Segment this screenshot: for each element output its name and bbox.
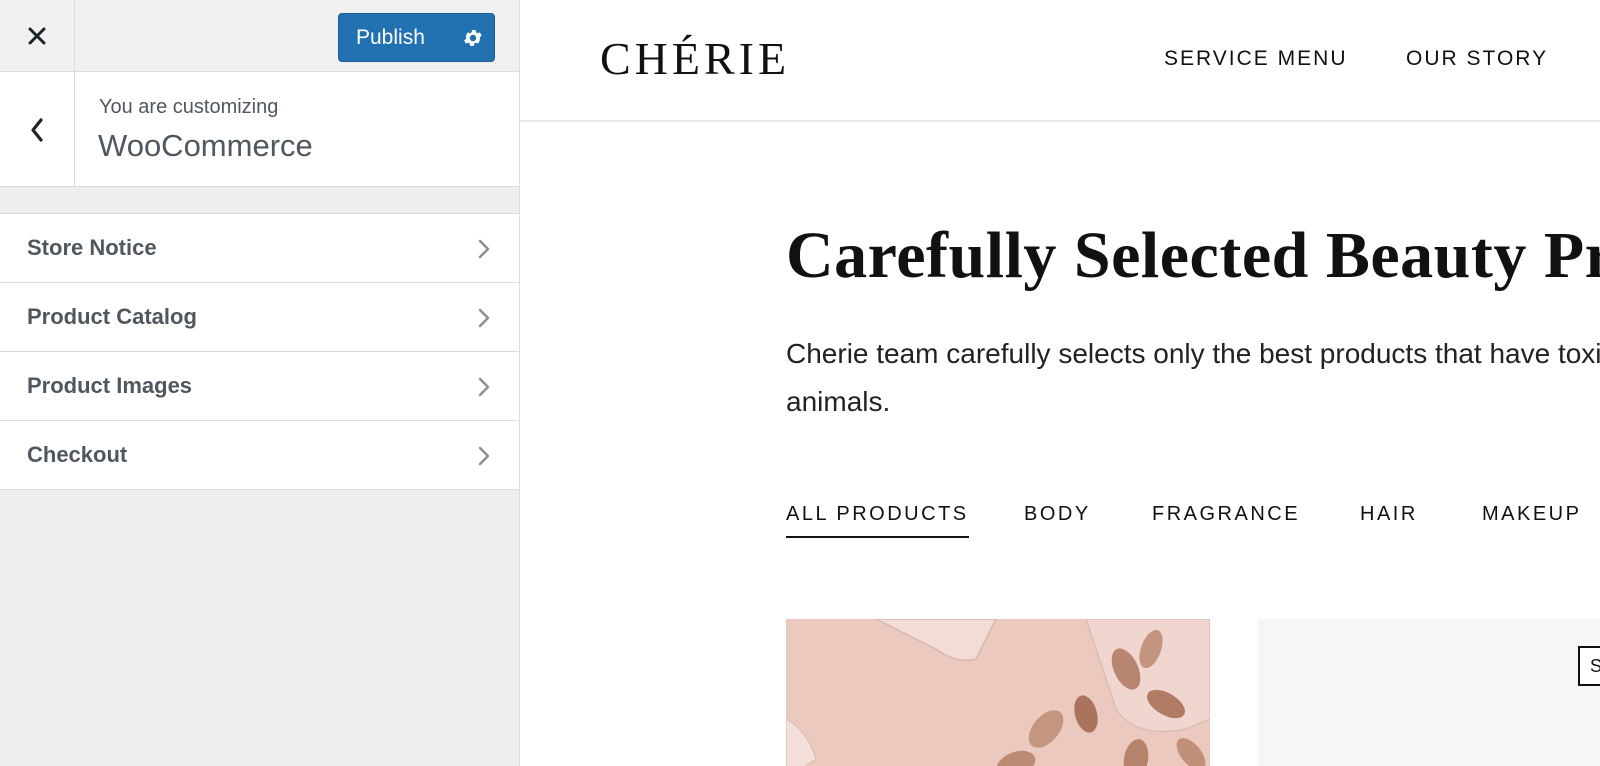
section-store-notice[interactable]: Store Notice	[0, 213, 519, 283]
section-label: Store Notice	[27, 235, 157, 260]
back-button[interactable]	[0, 72, 75, 187]
nav-link-service-menu[interactable]: SERVICE MENU	[1164, 47, 1347, 71]
gear-icon	[464, 29, 483, 46]
nav-link-our-story[interactable]: OUR STORY	[1406, 47, 1548, 71]
customizer-sidebar: Publish You are customizing WooCommerce …	[0, 0, 520, 766]
customizing-label: You are customizing	[99, 96, 279, 118]
tab-hair[interactable]: HAIR	[1360, 503, 1418, 526]
site-preview: CHÉRIE SERVICE MENU OUR STORY Carefully …	[520, 0, 1600, 766]
chevron-right-icon	[478, 239, 490, 259]
customizer-header: Publish	[0, 0, 519, 72]
site-header: CHÉRIE SERVICE MENU OUR STORY	[520, 0, 1600, 122]
section-label: Product Images	[27, 373, 193, 398]
section-label: Product Catalog	[27, 304, 197, 329]
customizer-section-list: Store Notice Product Catalog Product Ima…	[0, 213, 519, 490]
tab-all-products[interactable]: ALL PRODUCTS	[786, 503, 969, 538]
product-card[interactable]	[786, 619, 1210, 766]
customizing-title: WooCommerce	[98, 128, 313, 163]
chevron-right-icon	[478, 308, 490, 328]
publish-settings-button[interactable]	[453, 14, 494, 61]
close-icon	[28, 27, 46, 45]
chevron-right-icon	[478, 446, 490, 466]
section-checkout[interactable]: Checkout	[0, 420, 519, 490]
tab-fragrance[interactable]: FRAGRANCE	[1152, 503, 1300, 526]
tab-makeup[interactable]: MAKEUP	[1482, 503, 1581, 526]
product-card[interactable]: S	[1258, 619, 1600, 766]
sale-badge: S	[1578, 646, 1600, 686]
publish-button-group: Publish	[338, 13, 495, 62]
customizer-info-panel: You are customizing WooCommerce	[0, 72, 519, 187]
tab-body[interactable]: BODY	[1024, 503, 1091, 526]
page-intro-text: Cherie team carefully selects only the b…	[786, 338, 1600, 417]
section-product-images[interactable]: Product Images	[0, 351, 519, 421]
chevron-right-icon	[478, 377, 490, 397]
page-title: Carefully Selected Beauty Pro	[786, 219, 1600, 292]
site-logo[interactable]: CHÉRIE	[600, 32, 790, 85]
product-image	[786, 619, 1210, 766]
section-label: Checkout	[27, 442, 128, 467]
section-product-catalog[interactable]: Product Catalog	[0, 282, 519, 352]
chevron-left-icon	[31, 117, 43, 142]
publish-button[interactable]: Publish	[339, 26, 453, 50]
close-customizer-button[interactable]	[0, 0, 75, 72]
